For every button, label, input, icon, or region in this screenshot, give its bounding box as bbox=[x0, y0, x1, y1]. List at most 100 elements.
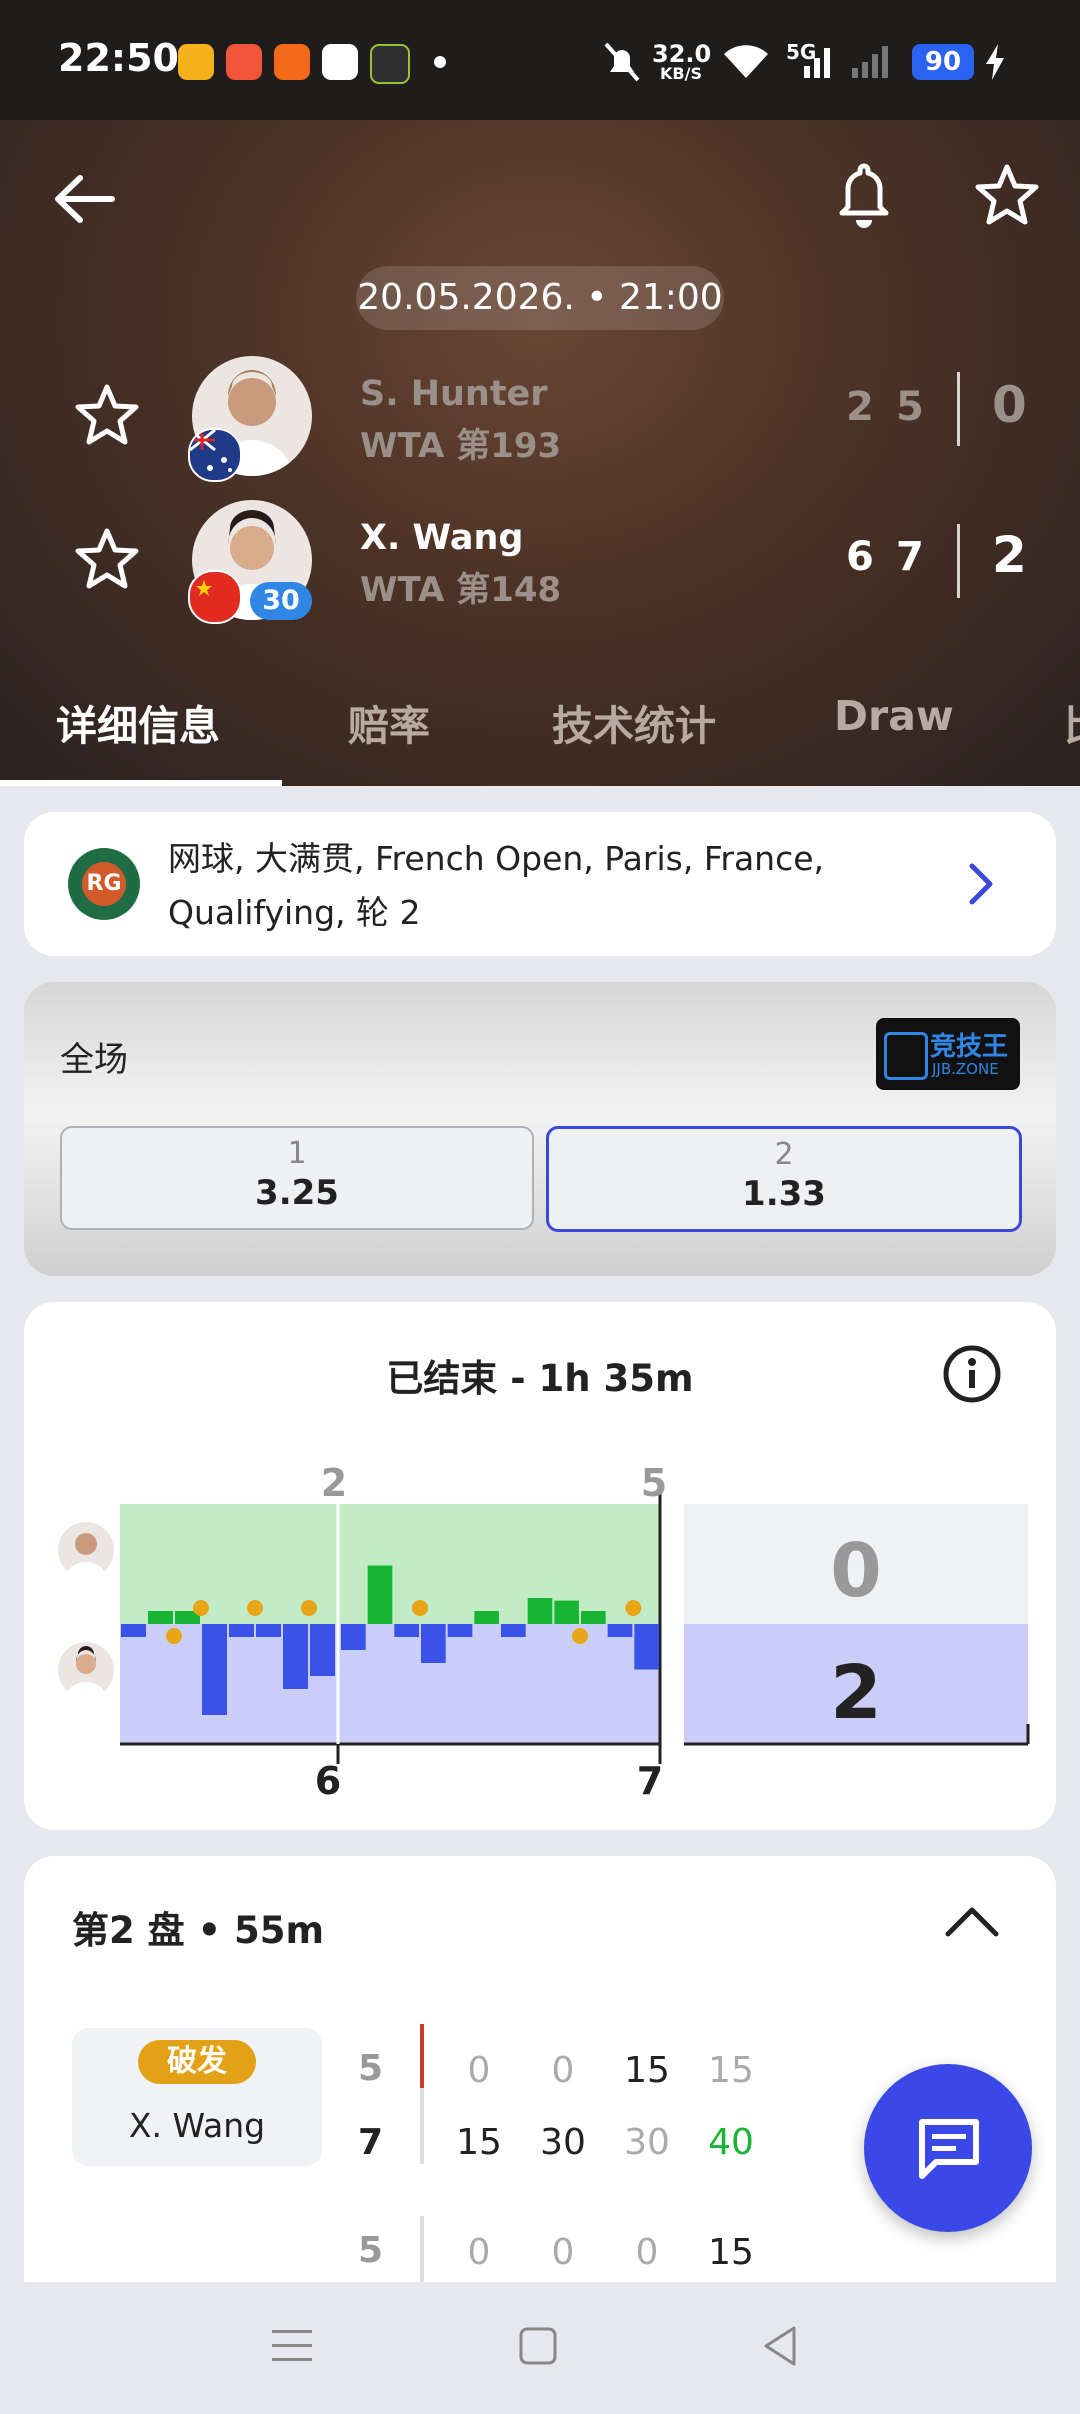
set2-bottom-score: 7 bbox=[637, 1759, 663, 1802]
row1-games-top: 5 bbox=[358, 2048, 384, 2089]
player2-star-icon[interactable] bbox=[74, 526, 140, 592]
row-divider bbox=[420, 2088, 424, 2164]
set2-bar bbox=[367, 1565, 393, 1624]
set2-bar bbox=[447, 1624, 473, 1637]
point-bottom-1: 15 bbox=[456, 2122, 502, 2163]
home-icon[interactable] bbox=[518, 2326, 558, 2366]
set2-bar bbox=[501, 1624, 526, 1637]
roland-garros-logo: RG bbox=[68, 848, 140, 920]
signal-2-icon bbox=[852, 46, 888, 78]
set1-break-dot bbox=[193, 1600, 209, 1616]
more-dot bbox=[434, 56, 446, 68]
set2-bar bbox=[634, 1624, 659, 1670]
oppo-icon bbox=[322, 44, 358, 80]
row2-point-2: 0 bbox=[551, 2232, 575, 2273]
set1-bar bbox=[229, 1624, 254, 1637]
break-badge: 破发 bbox=[138, 2040, 256, 2084]
favorite-star-icon[interactable] bbox=[974, 162, 1040, 228]
player2-set2-games: 7 bbox=[896, 534, 924, 580]
set2-bar bbox=[394, 1624, 419, 1637]
final-bottom-score: 2 bbox=[830, 1650, 882, 1736]
player1-set1-games: 2 bbox=[846, 384, 874, 430]
battery-icon: 90 bbox=[912, 44, 974, 80]
odds-title: 全场 bbox=[60, 1040, 128, 1080]
match-status: 已结束 - 1h 35m bbox=[386, 1357, 694, 1400]
app-icon-2 bbox=[226, 44, 262, 80]
set2-top-score: 5 bbox=[641, 1461, 667, 1505]
menu-icon[interactable] bbox=[270, 2326, 314, 2366]
chat-button[interactable] bbox=[864, 2064, 1032, 2232]
player2-name[interactable]: X. Wang bbox=[360, 518, 523, 558]
break-event-box: 破发 X. Wang bbox=[72, 2028, 322, 2166]
taobao-icon bbox=[274, 44, 310, 80]
point-top-3: 15 bbox=[624, 2050, 670, 2091]
row2-divider bbox=[420, 2216, 424, 2286]
weibo-icon bbox=[178, 44, 214, 80]
server-marker bbox=[420, 2024, 424, 2088]
set1-bottom-score: 6 bbox=[315, 1759, 341, 1802]
player1-name[interactable]: S. Hunter bbox=[360, 374, 548, 414]
row2-games-top: 5 bbox=[358, 2230, 384, 2271]
set1-bar bbox=[256, 1624, 281, 1637]
set1-bar bbox=[148, 1611, 173, 1624]
tab-more[interactable]: 比 bbox=[1064, 692, 1080, 752]
back-arrow-icon[interactable] bbox=[50, 164, 120, 234]
set2-bar bbox=[581, 1611, 606, 1624]
row2-point-1: 0 bbox=[467, 2232, 491, 2273]
row2-point-4: 15 bbox=[708, 2232, 754, 2273]
point-top-4: 15 bbox=[708, 2050, 754, 2091]
tab-details[interactable]: 详细信息 bbox=[56, 692, 220, 752]
set1-bar bbox=[283, 1624, 308, 1689]
player2-set1-games: 6 bbox=[846, 534, 874, 580]
point-bottom-2: 30 bbox=[540, 2122, 586, 2163]
match-datetime: 20.05.2026. • 21:00 bbox=[356, 266, 724, 330]
app-icon-5 bbox=[370, 44, 410, 84]
chevron-up-icon[interactable] bbox=[944, 1904, 1000, 1940]
set1-break-dot bbox=[301, 1600, 317, 1616]
tournament-card[interactable]: RG 网球, 大满贯, French Open, Paris, France, … bbox=[24, 812, 1056, 956]
momentum-chart: 2 5 6 7 0 2 bbox=[120, 1461, 1030, 1802]
tab-stats[interactable]: 技术统计 bbox=[552, 692, 716, 752]
set2-break-dot bbox=[572, 1628, 588, 1644]
back-icon[interactable] bbox=[760, 2324, 800, 2368]
set2-bar bbox=[474, 1611, 499, 1624]
sponsor-logo[interactable]: 竞技王 JJB.ZONE bbox=[876, 1018, 1020, 1090]
row2-point-3: 0 bbox=[635, 2232, 659, 2273]
odds-option-1[interactable]: 1 3.25 bbox=[60, 1126, 534, 1230]
clock: 22:50 bbox=[58, 36, 179, 80]
tournament-line2: Qualifying, 轮 2 bbox=[168, 893, 421, 932]
tab-draw[interactable]: Draw bbox=[834, 692, 954, 740]
player1-rank: WTA 第193 bbox=[360, 426, 562, 466]
momentum-card: 已结束 - 1h 35m 2 5 6 7 0 2 bbox=[24, 1302, 1056, 1830]
system-nav-bar bbox=[0, 2282, 1080, 2414]
seed-badge: 30 bbox=[250, 582, 312, 620]
set2-bar bbox=[341, 1624, 366, 1650]
odds-option-2-label: 2 bbox=[774, 1137, 794, 1172]
break-player-name: X. Wang bbox=[128, 2106, 266, 2145]
point-bottom-3: 30 bbox=[624, 2122, 670, 2163]
status-bar: 22:50 32.0 KB/S 5G 90 bbox=[0, 0, 1080, 120]
set1-break-dot bbox=[166, 1628, 182, 1644]
point-top-2: 0 bbox=[551, 2050, 575, 2091]
point-bottom-4: 40 bbox=[708, 2122, 754, 2163]
row1-games-bottom: 7 bbox=[358, 2122, 384, 2163]
odds-option-2-value: 1.33 bbox=[742, 1174, 826, 1214]
australia-flag-icon bbox=[188, 428, 242, 482]
chevron-right-icon[interactable] bbox=[966, 862, 996, 906]
player1-star-icon[interactable] bbox=[74, 382, 140, 448]
info-icon[interactable] bbox=[942, 1344, 1002, 1404]
match-header: 20.05.2026. • 21:00 S. Hunter WTA 第193 2… bbox=[0, 120, 1080, 786]
signal-icon bbox=[804, 48, 830, 78]
bell-icon[interactable] bbox=[834, 160, 894, 230]
set2-break-dot bbox=[625, 1600, 642, 1616]
odds-option-1-label: 1 bbox=[287, 1136, 307, 1171]
tab-odds[interactable]: 赔率 bbox=[348, 692, 430, 752]
charging-icon bbox=[986, 44, 1004, 80]
final-top-score: 0 bbox=[830, 1528, 882, 1614]
sponsor-name: 竞技王 bbox=[930, 1032, 1009, 1062]
set2-break-dot bbox=[412, 1600, 428, 1616]
set1-bar bbox=[310, 1624, 335, 1676]
odds-option-2[interactable]: 2 1.33 bbox=[546, 1126, 1022, 1232]
set1-bar bbox=[121, 1624, 146, 1637]
net-speed-unit: KB/S bbox=[660, 64, 702, 83]
